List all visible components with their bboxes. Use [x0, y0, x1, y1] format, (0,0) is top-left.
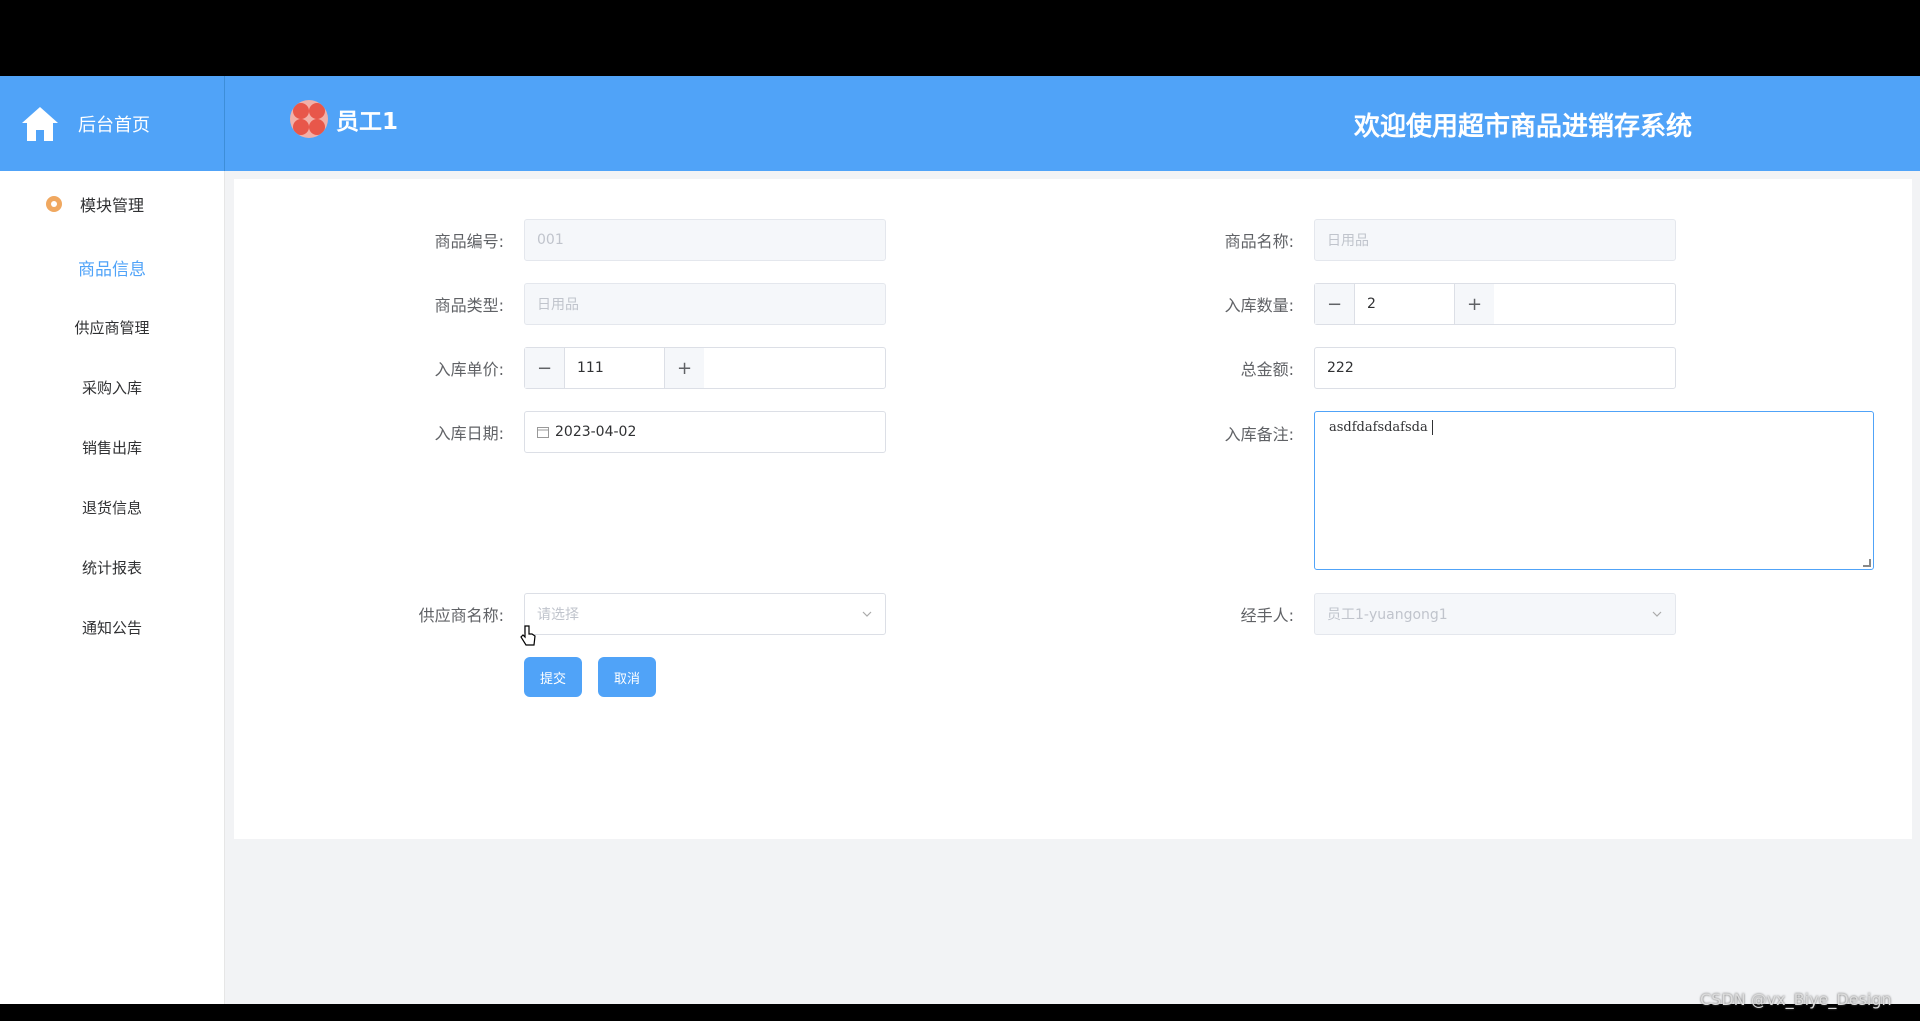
quantity-decrement-button[interactable]: −: [1315, 284, 1355, 324]
quantity-label: 入库数量:: [1224, 296, 1294, 315]
sidebar-item-purchase[interactable]: 采购入库: [0, 357, 224, 417]
remark-text: asdfdafsdafsda: [1329, 420, 1428, 435]
sidebar: 模块管理 商品信息 供应商管理 采购入库 销售出库 退货信息 统计报表 通知公告: [0, 171, 225, 1004]
app-window: 后台首页 员工1 欢迎使用超市商品进销存系统 模块管理 商品信息 供应商管理 采…: [0, 76, 1920, 1004]
unit-price-value[interactable]: 111: [565, 360, 664, 376]
supplier-placeholder: 请选择: [537, 607, 579, 623]
handler-label: 经手人:: [1240, 606, 1294, 625]
supplier-select[interactable]: 请选择: [524, 593, 886, 635]
welcome-title: 欢迎使用超市商品进销存系统: [1354, 112, 1693, 142]
sidebar-item-reports[interactable]: 统计报表: [0, 537, 224, 597]
sidebar-item-returns[interactable]: 退货信息: [0, 477, 224, 537]
field-total: 总金额: 222: [1194, 347, 1676, 389]
date-picker[interactable]: 2023-04-02: [524, 411, 886, 453]
quantity-stepper[interactable]: − 2 +: [1314, 283, 1676, 325]
top-header: 后台首页 员工1 欢迎使用超市商品进销存系统: [0, 76, 1920, 171]
product-name-label: 商品名称:: [1224, 232, 1294, 251]
chevron-down-icon: [1652, 611, 1662, 617]
sidebar-item-product-info[interactable]: 商品信息: [0, 237, 224, 297]
field-handler: 经手人: 员工1-yuangong1: [1194, 593, 1676, 635]
product-type-label: 商品类型:: [434, 296, 504, 315]
field-supplier: 供应商名称: 请选择: [404, 593, 886, 635]
field-date: 入库日期: 2023-04-02: [404, 411, 886, 453]
product-name-input[interactable]: 日用品: [1314, 219, 1676, 261]
watermark: CSDN @vx_Biye_Design: [1700, 990, 1892, 1009]
product-code-label: 商品编号:: [434, 232, 504, 251]
gear-icon: [46, 196, 62, 212]
total-input[interactable]: 222: [1314, 347, 1676, 389]
user-name: 员工1: [336, 109, 399, 135]
handler-value: 员工1-yuangong1: [1327, 607, 1448, 623]
quantity-value[interactable]: 2: [1355, 296, 1454, 312]
price-increment-button[interactable]: +: [664, 348, 704, 388]
total-label: 总金额:: [1240, 360, 1294, 379]
remark-label: 入库备注:: [1224, 425, 1294, 444]
home-label: 后台首页: [78, 114, 150, 136]
unit-price-label: 入库单价:: [434, 360, 504, 379]
handler-select[interactable]: 员工1-yuangong1: [1314, 593, 1676, 635]
text-caret: [1431, 420, 1433, 435]
field-quantity: 入库数量: − 2 +: [1194, 283, 1676, 325]
hand-cursor-icon: [520, 625, 536, 646]
field-remark: 入库备注: asdfdafsdafsda: [1194, 411, 1874, 570]
resize-handle[interactable]: [1863, 559, 1871, 567]
sidebar-group-label: 模块管理: [80, 196, 145, 215]
remark-textarea[interactable]: asdfdafsdafsda: [1314, 411, 1874, 570]
letterbox-bottom: [0, 1004, 1920, 1021]
sidebar-group-module[interactable]: 模块管理: [0, 171, 224, 237]
quantity-increment-button[interactable]: +: [1454, 284, 1494, 324]
price-decrement-button[interactable]: −: [525, 348, 565, 388]
submit-button[interactable]: 提交: [524, 657, 583, 697]
field-product-name: 商品名称: 日用品: [1194, 219, 1676, 261]
user-menu[interactable]: 员工1: [290, 100, 398, 138]
form-actions: 提交 取消: [404, 657, 657, 697]
date-value: 2023-04-02: [555, 424, 637, 440]
field-product-type: 商品类型: 日用品: [404, 283, 886, 325]
supplier-label: 供应商名称:: [418, 606, 504, 625]
field-unit-price: 入库单价: − 111 +: [404, 347, 886, 389]
calendar-icon: [537, 427, 549, 438]
chevron-down-icon: [862, 611, 872, 617]
sidebar-item-sales[interactable]: 销售出库: [0, 417, 224, 477]
letterbox-top: [0, 0, 1920, 76]
sidebar-item-supplier[interactable]: 供应商管理: [0, 297, 224, 357]
cancel-button[interactable]: 取消: [598, 657, 657, 697]
sidebar-item-notices[interactable]: 通知公告: [0, 597, 224, 657]
product-code-input[interactable]: 001: [524, 219, 886, 261]
field-product-code: 商品编号: 001: [404, 219, 886, 261]
form-card: 商品编号: 001 商品名称: 日用品 商品类型: 日用品 入库数量: − 2 …: [234, 179, 1912, 839]
avatar: [290, 100, 328, 138]
product-type-input[interactable]: 日用品: [524, 283, 886, 325]
home-icon: [22, 106, 58, 141]
home-link[interactable]: 后台首页: [0, 76, 225, 171]
date-label: 入库日期:: [434, 424, 504, 443]
unit-price-stepper[interactable]: − 111 +: [524, 347, 886, 389]
